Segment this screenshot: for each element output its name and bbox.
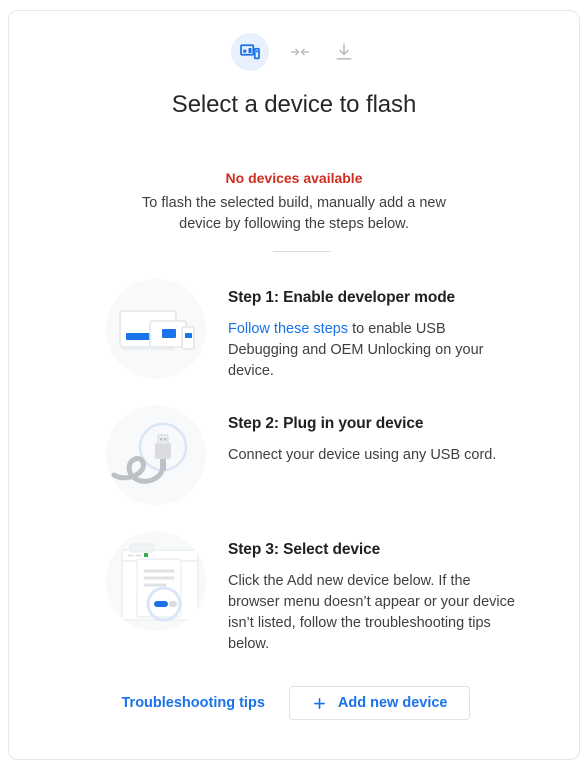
header-icon-row — [9, 33, 579, 71]
status-block: No devices available To flash the select… — [9, 169, 579, 235]
step-3-title: Step 3: Select device — [228, 541, 381, 558]
usb-cable-illustration — [106, 405, 206, 505]
devices-icon — [231, 33, 269, 71]
step-1-text: Follow these steps to enable USB Debuggi… — [228, 319, 518, 382]
devices-illustration — [106, 279, 206, 379]
merge-arrows-icon — [287, 39, 313, 65]
step-3-text: Click the Add new device below. If the b… — [228, 573, 515, 652]
section-divider — [273, 251, 331, 252]
step-1-title: Step 1: Enable developer mode — [228, 289, 456, 306]
plus-icon — [312, 696, 327, 711]
step-2: Step 2: Plug in your device Connect your… — [106, 405, 518, 505]
troubleshooting-tips-button[interactable]: Troubleshooting tips — [118, 689, 269, 717]
page-title: Select a device to flash — [171, 91, 417, 118]
footer-actions: Troubleshooting tips Add new device — [9, 686, 579, 720]
step-3-body: Step 3: Select device Click the Add new … — [228, 531, 518, 655]
follow-these-steps-link[interactable]: Follow these steps — [228, 321, 348, 337]
download-icon — [331, 39, 357, 65]
add-new-device-label: Add new device — [337, 695, 448, 711]
status-error-text: No devices available — [225, 170, 363, 186]
step-1: Step 1: Enable developer mode Follow the… — [106, 279, 518, 382]
browser-dialog-illustration — [106, 531, 206, 631]
step-3: Step 3: Select device Click the Add new … — [106, 531, 518, 655]
step-2-title: Step 2: Plug in your device — [228, 415, 424, 432]
device-selection-card: Select a device to flash No devices avai… — [8, 10, 580, 760]
add-new-device-button[interactable]: Add new device — [288, 686, 471, 720]
step-1-body: Step 1: Enable developer mode Follow the… — [228, 279, 518, 382]
status-description: To flash the selected build, manually ad… — [142, 195, 446, 232]
step-2-body: Step 2: Plug in your device Connect your… — [228, 405, 518, 466]
step-2-text: Connect your device using any USB cord. — [228, 447, 497, 463]
